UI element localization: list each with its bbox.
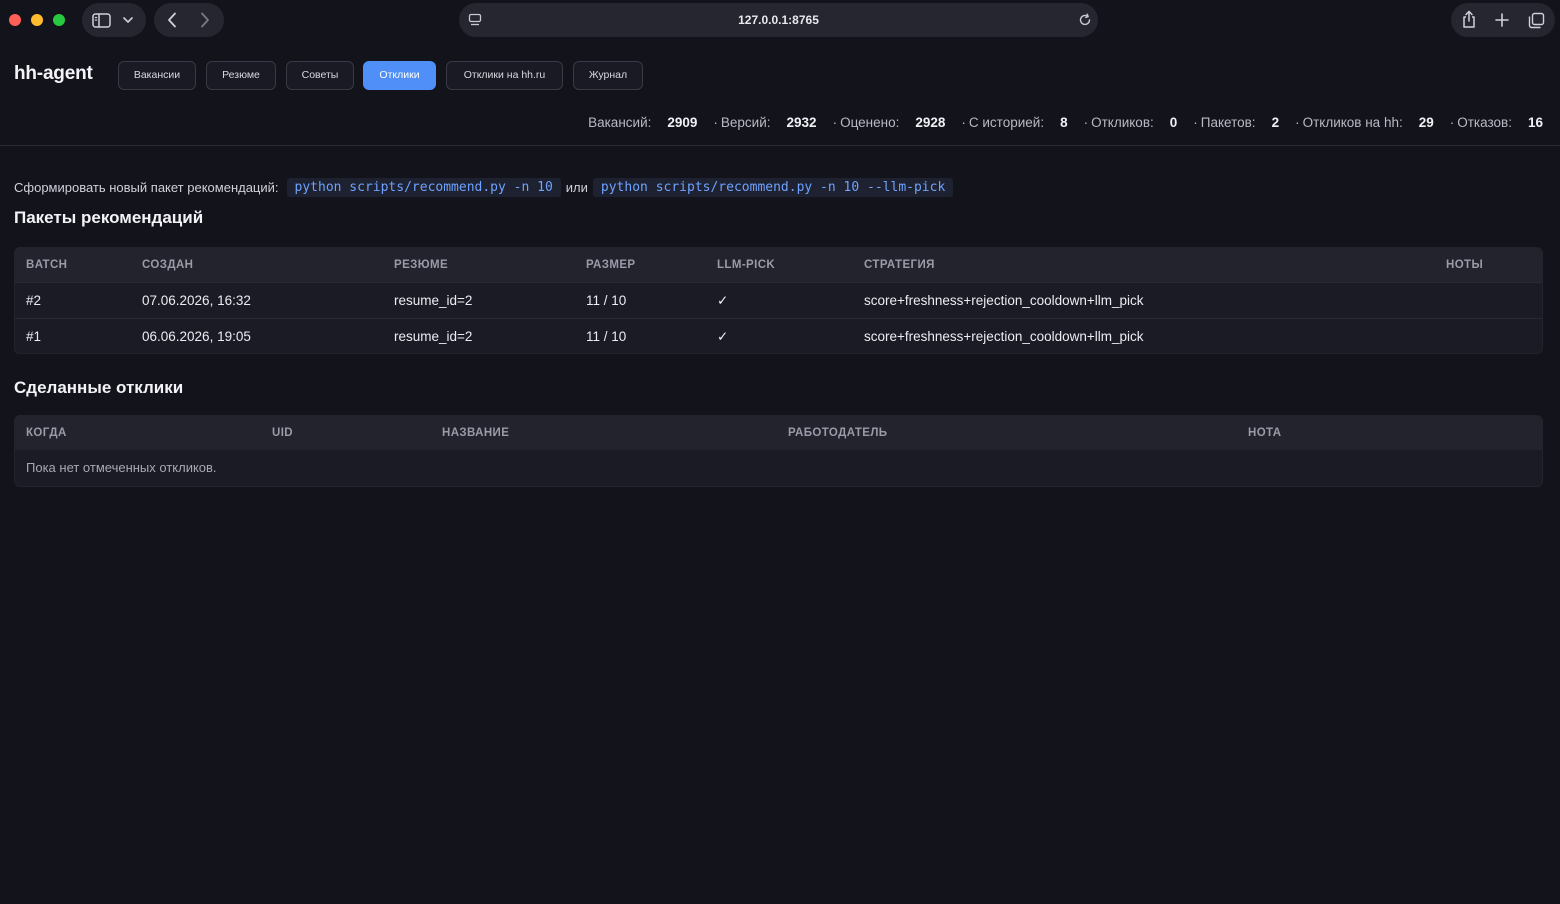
column-header: НАЗВАНИЕ xyxy=(442,427,510,439)
stat-versions: · Версий: 2932 xyxy=(713,115,832,130)
column-header: СОЗДАН xyxy=(142,259,194,271)
sidebar-toggle-button[interactable] xyxy=(82,3,146,37)
stat-rejections: · Отказов: 16 xyxy=(1450,115,1543,130)
stat-label: С историей: xyxy=(968,114,1045,130)
batch-strategy: score+freshness+rejection_cooldown+llm_p… xyxy=(864,329,1144,344)
batch-id: #2 xyxy=(26,293,42,308)
recommend-hint: Сформировать новый пакет рекомендаций: p… xyxy=(14,177,958,197)
stat-separator: · xyxy=(961,114,966,130)
history-nav xyxy=(154,3,224,37)
nav-journal-button[interactable]: Журнал xyxy=(573,61,643,90)
stat-hh-responses: · Откликов на hh: 29 xyxy=(1295,115,1450,130)
address-bar[interactable]: 127.0.0.1:8765 xyxy=(459,3,1098,37)
hint-text: Сформировать новый пакет рекомендаций: xyxy=(14,179,279,195)
responses-title: Сделанные отклики xyxy=(14,378,184,397)
stat-label: Откликов: xyxy=(1091,114,1154,130)
stat-label: Откликов на hh: xyxy=(1302,114,1403,130)
stat-value: 0 xyxy=(1169,114,1178,130)
stat-separator: · xyxy=(1295,114,1300,130)
stat-value: 2 xyxy=(1271,114,1280,130)
column-header: РАБОТОДАТЕЛЬ xyxy=(788,427,888,439)
column-header: LLM-PICK xyxy=(717,259,776,271)
responses-table: КОГДА UID НАЗВАНИЕ РАБОТОДАТЕЛЬ НОТА Пок… xyxy=(14,415,1543,487)
stat-responses: · Откликов: 0 xyxy=(1084,115,1194,130)
column-header: BATCH xyxy=(26,259,68,271)
nav-resume-button[interactable]: Резюме xyxy=(206,61,276,90)
stat-label: Версий: xyxy=(720,114,771,130)
column-header: РАЗМЕР xyxy=(586,259,636,271)
batches-table: BATCH СОЗДАН РЕЗЮМЕ РАЗМЕР LLM-PICK СТРА… xyxy=(14,247,1543,354)
stat-value: 16 xyxy=(1527,114,1543,130)
empty-state-text: Пока нет отмеченных откликов. xyxy=(26,460,217,475)
stat-label: Пакетов: xyxy=(1200,114,1256,130)
nav-vacancies-button[interactable]: Вакансии xyxy=(118,61,196,90)
stat-separator: · xyxy=(832,114,838,130)
stat-separator: · xyxy=(1449,114,1455,130)
browser-toolbar: 127.0.0.1:8765 xyxy=(0,0,1560,42)
column-header: НОТЫ xyxy=(1446,259,1484,271)
stat-with-history: · С историей: 8 xyxy=(961,115,1083,130)
chevron-down-icon[interactable] xyxy=(123,17,133,24)
stat-separator: · xyxy=(1083,114,1089,130)
app-brand[interactable]: hh-agent xyxy=(14,63,93,85)
stat-value: 8 xyxy=(1060,114,1068,130)
nav-tips-button[interactable]: Советы xyxy=(286,61,354,90)
nav-responses-button[interactable]: Отклики xyxy=(363,61,436,90)
share-icon[interactable] xyxy=(1461,10,1477,29)
batch-id: #1 xyxy=(26,329,42,344)
table-header: BATCH СОЗДАН РЕЗЮМЕ РАЗМЕР LLM-PICK СТРА… xyxy=(15,248,1542,282)
header-divider xyxy=(0,145,1560,146)
stat-label: Оценено: xyxy=(840,114,900,130)
stats-bar: Вакансий: 2909 · Версий: 2932 · Оценено:… xyxy=(588,113,1543,131)
hint-or: или xyxy=(565,179,588,195)
batch-size: 11 / 10 xyxy=(586,329,627,344)
minimize-window-button[interactable] xyxy=(31,14,43,26)
column-header: РЕЗЮМЕ xyxy=(394,259,449,271)
llm-pick-check: ✓ xyxy=(717,293,729,308)
stat-value: 29 xyxy=(1418,114,1434,130)
table-header: КОГДА UID НАЗВАНИЕ РАБОТОДАТЕЛЬ НОТА xyxy=(15,416,1542,450)
column-header: НОТА xyxy=(1248,427,1282,439)
batch-created: 06.06.2026, 19:05 xyxy=(142,329,251,344)
batch-resume: resume_id=2 xyxy=(394,329,473,344)
batch-resume: resume_id=2 xyxy=(394,293,473,308)
column-header: UID xyxy=(272,427,294,439)
empty-state-row: Пока нет отмеченных откликов. xyxy=(15,450,1542,486)
batches-title: Пакеты рекомендаций xyxy=(14,208,204,227)
stat-separator: · xyxy=(1193,114,1198,130)
command-snippet-llm: python scripts/recommend.py -n 10 --llm-… xyxy=(592,177,954,197)
back-icon[interactable] xyxy=(167,12,177,28)
stat-value: 2909 xyxy=(667,114,698,130)
tab-overview-icon[interactable] xyxy=(1528,12,1545,29)
column-header: СТРАТЕГИЯ xyxy=(864,259,935,271)
close-window-button[interactable] xyxy=(9,14,21,26)
batch-strategy: score+freshness+rejection_cooldown+llm_p… xyxy=(864,293,1144,308)
url-text[interactable]: 127.0.0.1:8765 xyxy=(459,3,1098,37)
stat-value: 2932 xyxy=(786,114,817,130)
command-snippet: python scripts/recommend.py -n 10 xyxy=(286,177,561,197)
reload-icon[interactable] xyxy=(1078,13,1092,27)
table-row[interactable]: #1 06.06.2026, 19:05 resume_id=2 11 / 10… xyxy=(15,318,1542,353)
stat-vacancies: Вакансий: 2909 xyxy=(588,115,713,130)
sidebar-icon xyxy=(92,13,111,28)
forward-icon[interactable] xyxy=(200,12,210,28)
window-actions xyxy=(1451,3,1555,37)
stat-label: Отказов: xyxy=(1457,114,1512,130)
nav-hh-responses-button[interactable]: Отклики на hh.ru xyxy=(446,61,563,90)
batch-created: 07.06.2026, 16:32 xyxy=(142,293,251,308)
batch-size: 11 / 10 xyxy=(586,293,627,308)
stat-scored: · Оценено: 2928 xyxy=(833,115,962,130)
stat-label: Вакансий: xyxy=(588,114,652,130)
stat-separator: · xyxy=(713,114,718,130)
stat-batches: · Пакетов: 2 xyxy=(1193,115,1295,130)
column-header: КОГДА xyxy=(26,427,67,439)
zoom-window-button[interactable] xyxy=(53,14,65,26)
table-row[interactable]: #2 07.06.2026, 16:32 resume_id=2 11 / 10… xyxy=(15,282,1542,318)
stat-value: 2928 xyxy=(915,114,946,130)
llm-pick-check: ✓ xyxy=(717,329,729,344)
new-tab-icon[interactable] xyxy=(1495,13,1509,27)
